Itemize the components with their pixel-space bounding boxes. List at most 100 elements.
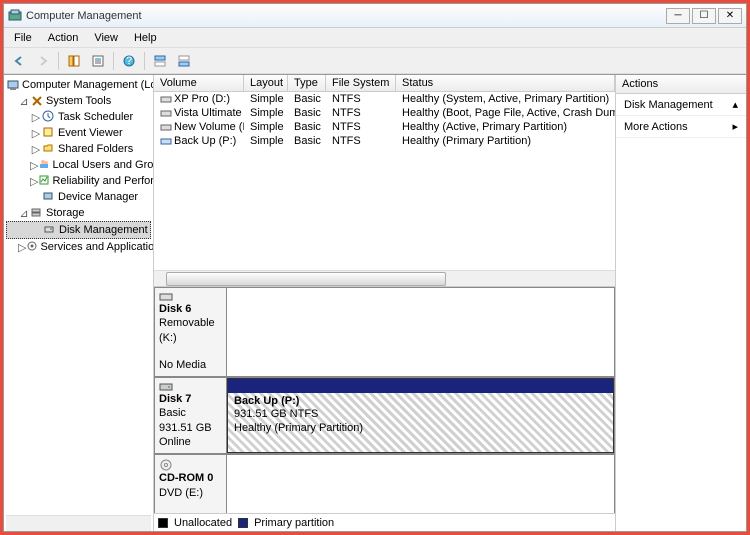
partition-body: Back Up (P:) 931.51 GB NTFS Healthy (Pri… — [228, 393, 613, 452]
tree-root[interactable]: Computer Management (Local — [6, 77, 151, 93]
expand-icon[interactable]: ▷ — [30, 159, 38, 172]
expand-icon[interactable]: ▷ — [30, 111, 42, 124]
col-volume[interactable]: Volume — [154, 75, 244, 91]
legend-label: Unallocated — [174, 517, 232, 529]
expand-icon[interactable]: ▷ — [30, 127, 42, 140]
disk-label: CD-ROM 0 DVD (E:) No Media — [155, 455, 227, 513]
scrollbar-thumb[interactable] — [166, 272, 446, 286]
minimize-button[interactable]: ─ — [666, 8, 690, 24]
col-type[interactable]: Type — [288, 75, 326, 91]
actions-disk-management[interactable]: Disk Management ▴ — [616, 94, 746, 116]
volume-row[interactable]: Back Up (P:) Simple Basic NTFS Healthy (… — [154, 134, 615, 148]
show-hide-tree-button[interactable] — [63, 50, 85, 72]
actions-label: Disk Management — [624, 99, 713, 111]
menubar: File Action View Help — [4, 28, 746, 48]
drive-icon — [160, 122, 172, 132]
forward-button[interactable] — [32, 50, 54, 72]
menu-help[interactable]: Help — [126, 30, 165, 46]
menu-action[interactable]: Action — [40, 30, 87, 46]
disk-row[interactable]: Disk 6 Removable (K:) No Media — [154, 287, 615, 377]
disk-label: Disk 7 Basic 931.51 GB Online — [155, 378, 227, 453]
tree-device-manager[interactable]: Device Manager — [6, 189, 151, 205]
tree-label: Disk Management — [59, 224, 148, 236]
clock-icon — [42, 110, 56, 124]
vol-type: Basic — [288, 92, 326, 106]
expand-icon[interactable]: ▷ — [30, 175, 38, 188]
back-button[interactable] — [8, 50, 30, 72]
actions-pane: Actions Disk Management ▴ More Actions ▸ — [616, 75, 746, 531]
partition[interactable]: Back Up (P:) 931.51 GB NTFS Healthy (Pri… — [227, 378, 614, 453]
vol-status: Healthy (Primary Partition) — [396, 134, 615, 148]
tree-event-viewer[interactable]: ▷ Event Viewer — [6, 125, 151, 141]
chevron-up-icon: ▴ — [732, 98, 738, 111]
vol-fs: NTFS — [326, 92, 396, 106]
menu-file[interactable]: File — [6, 30, 40, 46]
center-pane: Volume Layout Type File System Status XP… — [154, 75, 616, 531]
tree-task-scheduler[interactable]: ▷ Task Scheduler — [6, 109, 151, 125]
tree-scrollbar[interactable] — [6, 515, 151, 531]
tree-root-label: Computer Management (Local — [22, 79, 154, 91]
expand-icon[interactable]: ▷ — [30, 143, 42, 156]
col-status[interactable]: Status — [396, 75, 615, 91]
tree-label: Storage — [46, 207, 85, 219]
vol-layout: Simple — [244, 120, 288, 134]
vol-status: Healthy (Active, Primary Partition) — [396, 120, 615, 134]
vol-name: New Volume (L:) — [174, 121, 244, 133]
vol-fs: NTFS — [326, 106, 396, 120]
close-button[interactable]: ✕ — [718, 8, 742, 24]
vol-name: XP Pro (D:) — [174, 93, 230, 105]
disk-line: No Media — [159, 359, 206, 371]
collapse-icon[interactable]: ⊿ — [18, 207, 30, 220]
view-top-button[interactable] — [149, 50, 171, 72]
volume-row[interactable]: New Volume (L:) Simple Basic NTFS Health… — [154, 120, 615, 134]
drive-icon — [160, 94, 172, 104]
tree-disk-management[interactable]: Disk Management — [6, 221, 151, 239]
tree-local-users[interactable]: ▷ Local Users and Groups — [6, 157, 151, 173]
vol-fs: NTFS — [326, 120, 396, 134]
tree-label: Task Scheduler — [58, 111, 133, 123]
tree-storage[interactable]: ⊿ Storage — [6, 205, 151, 221]
users-icon — [38, 158, 50, 172]
maximize-button[interactable]: ☐ — [692, 8, 716, 24]
actions-more[interactable]: More Actions ▸ — [616, 116, 746, 138]
disk-empty — [227, 455, 614, 513]
col-layout[interactable]: Layout — [244, 75, 288, 91]
toolbar-separator — [113, 52, 114, 70]
collapse-icon[interactable]: ⊿ — [18, 95, 30, 108]
vol-name: Vista Ultimate (C:) — [174, 107, 244, 119]
tree-shared-folders[interactable]: ▷Shared Folders — [6, 141, 151, 157]
tree-pane[interactable]: Computer Management (Local ⊿ System Tool… — [4, 75, 154, 531]
tree-label: Event Viewer — [58, 127, 123, 139]
disk-row[interactable]: CD-ROM 0 DVD (E:) No Media — [154, 454, 615, 513]
disk-line: Basic — [159, 407, 186, 419]
properties-button[interactable] — [87, 50, 109, 72]
view-bottom-button[interactable] — [173, 50, 195, 72]
vol-type: Basic — [288, 106, 326, 120]
col-filesystem[interactable]: File System — [326, 75, 396, 91]
expand-icon[interactable]: ▷ — [18, 241, 26, 254]
tree-reliability[interactable]: ▷ Reliability and Performa — [6, 173, 151, 189]
tree-system-tools[interactable]: ⊿ System Tools — [6, 93, 151, 109]
window-title: Computer Management — [26, 10, 666, 22]
disk-line: 931.51 GB — [159, 422, 212, 434]
app-icon — [8, 9, 22, 23]
disk-list[interactable]: Disk 6 Removable (K:) No Media Disk 7 Ba… — [154, 287, 615, 513]
volume-scrollbar[interactable] — [154, 270, 615, 286]
volume-row[interactable]: Vista Ultimate (C:) Simple Basic NTFS He… — [154, 106, 615, 120]
vol-status: Healthy (Boot, Page File, Active, Crash … — [396, 106, 615, 120]
titlebar: Computer Management ─ ☐ ✕ — [4, 4, 746, 28]
tree-label: Local Users and Groups — [52, 159, 154, 171]
volume-row[interactable]: XP Pro (D:) Simple Basic NTFS Healthy (S… — [154, 92, 615, 106]
menu-view[interactable]: View — [86, 30, 126, 46]
disk-title: Disk 7 — [159, 393, 191, 405]
partition-name: Back Up (P:) — [234, 395, 299, 407]
toolbar-separator — [58, 52, 59, 70]
disk-line: DVD (E:) — [159, 487, 203, 499]
help-button[interactable]: ? — [118, 50, 140, 72]
volume-rows: XP Pro (D:) Simple Basic NTFS Healthy (S… — [154, 92, 615, 270]
disk-row[interactable]: Disk 7 Basic 931.51 GB Online Back Up (P… — [154, 377, 615, 454]
volume-list: Volume Layout Type File System Status XP… — [154, 75, 615, 287]
vol-status: Healthy (System, Active, Primary Partiti… — [396, 92, 615, 106]
tree-services[interactable]: ▷Services and Applications — [6, 239, 151, 255]
tree-label: Reliability and Performa — [52, 175, 154, 187]
